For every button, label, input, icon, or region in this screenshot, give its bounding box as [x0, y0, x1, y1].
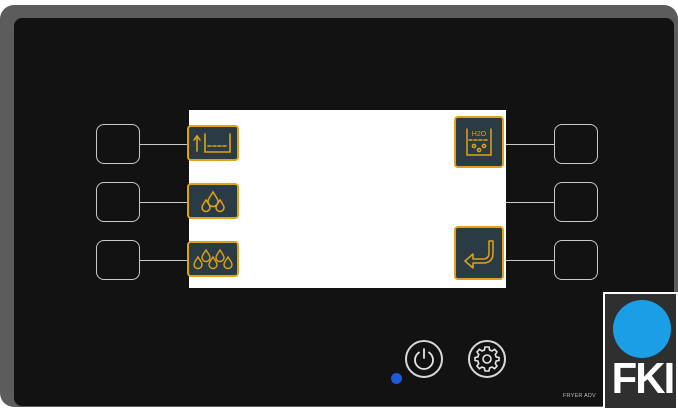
left-hw-button-2[interactable]: [96, 182, 140, 222]
left-connector-3: [140, 260, 190, 261]
two-drops-icon: [201, 190, 225, 213]
right-hw-button-3[interactable]: [554, 240, 598, 280]
left-hw-button-3[interactable]: [96, 240, 140, 280]
gear-icon: [474, 346, 500, 372]
right-connector-1: [505, 144, 554, 145]
brand-logo: FKI: [603, 292, 678, 410]
left-connector-1: [140, 144, 190, 145]
status-led: [391, 373, 402, 384]
softkey-vat-fill[interactable]: [187, 125, 239, 161]
h2o-vat-icon: H2O: [466, 128, 492, 156]
softkey-return[interactable]: [454, 226, 504, 280]
logo-text: FKI: [611, 354, 676, 403]
logo-circle: [613, 300, 671, 358]
right-connector-2: [505, 202, 554, 203]
softkey-three-drops[interactable]: [187, 241, 239, 277]
left-connector-2: [140, 202, 190, 203]
three-drops-icon: [193, 248, 233, 270]
vat-fill-icon: [193, 133, 231, 153]
model-label: FRYER ADV: [563, 393, 596, 399]
left-hw-button-1[interactable]: [96, 124, 140, 164]
softkey-h2o-vat[interactable]: H2O: [454, 116, 504, 168]
return-arrow-icon: [464, 240, 494, 269]
softkey-two-drops[interactable]: [187, 183, 239, 219]
h2o-label: H2O: [472, 131, 487, 138]
right-hw-button-1[interactable]: [554, 124, 598, 164]
power-icon: [414, 348, 434, 370]
power-button[interactable]: [405, 340, 443, 378]
right-connector-3: [505, 260, 554, 261]
settings-button[interactable]: [468, 340, 506, 378]
right-hw-button-2[interactable]: [554, 182, 598, 222]
